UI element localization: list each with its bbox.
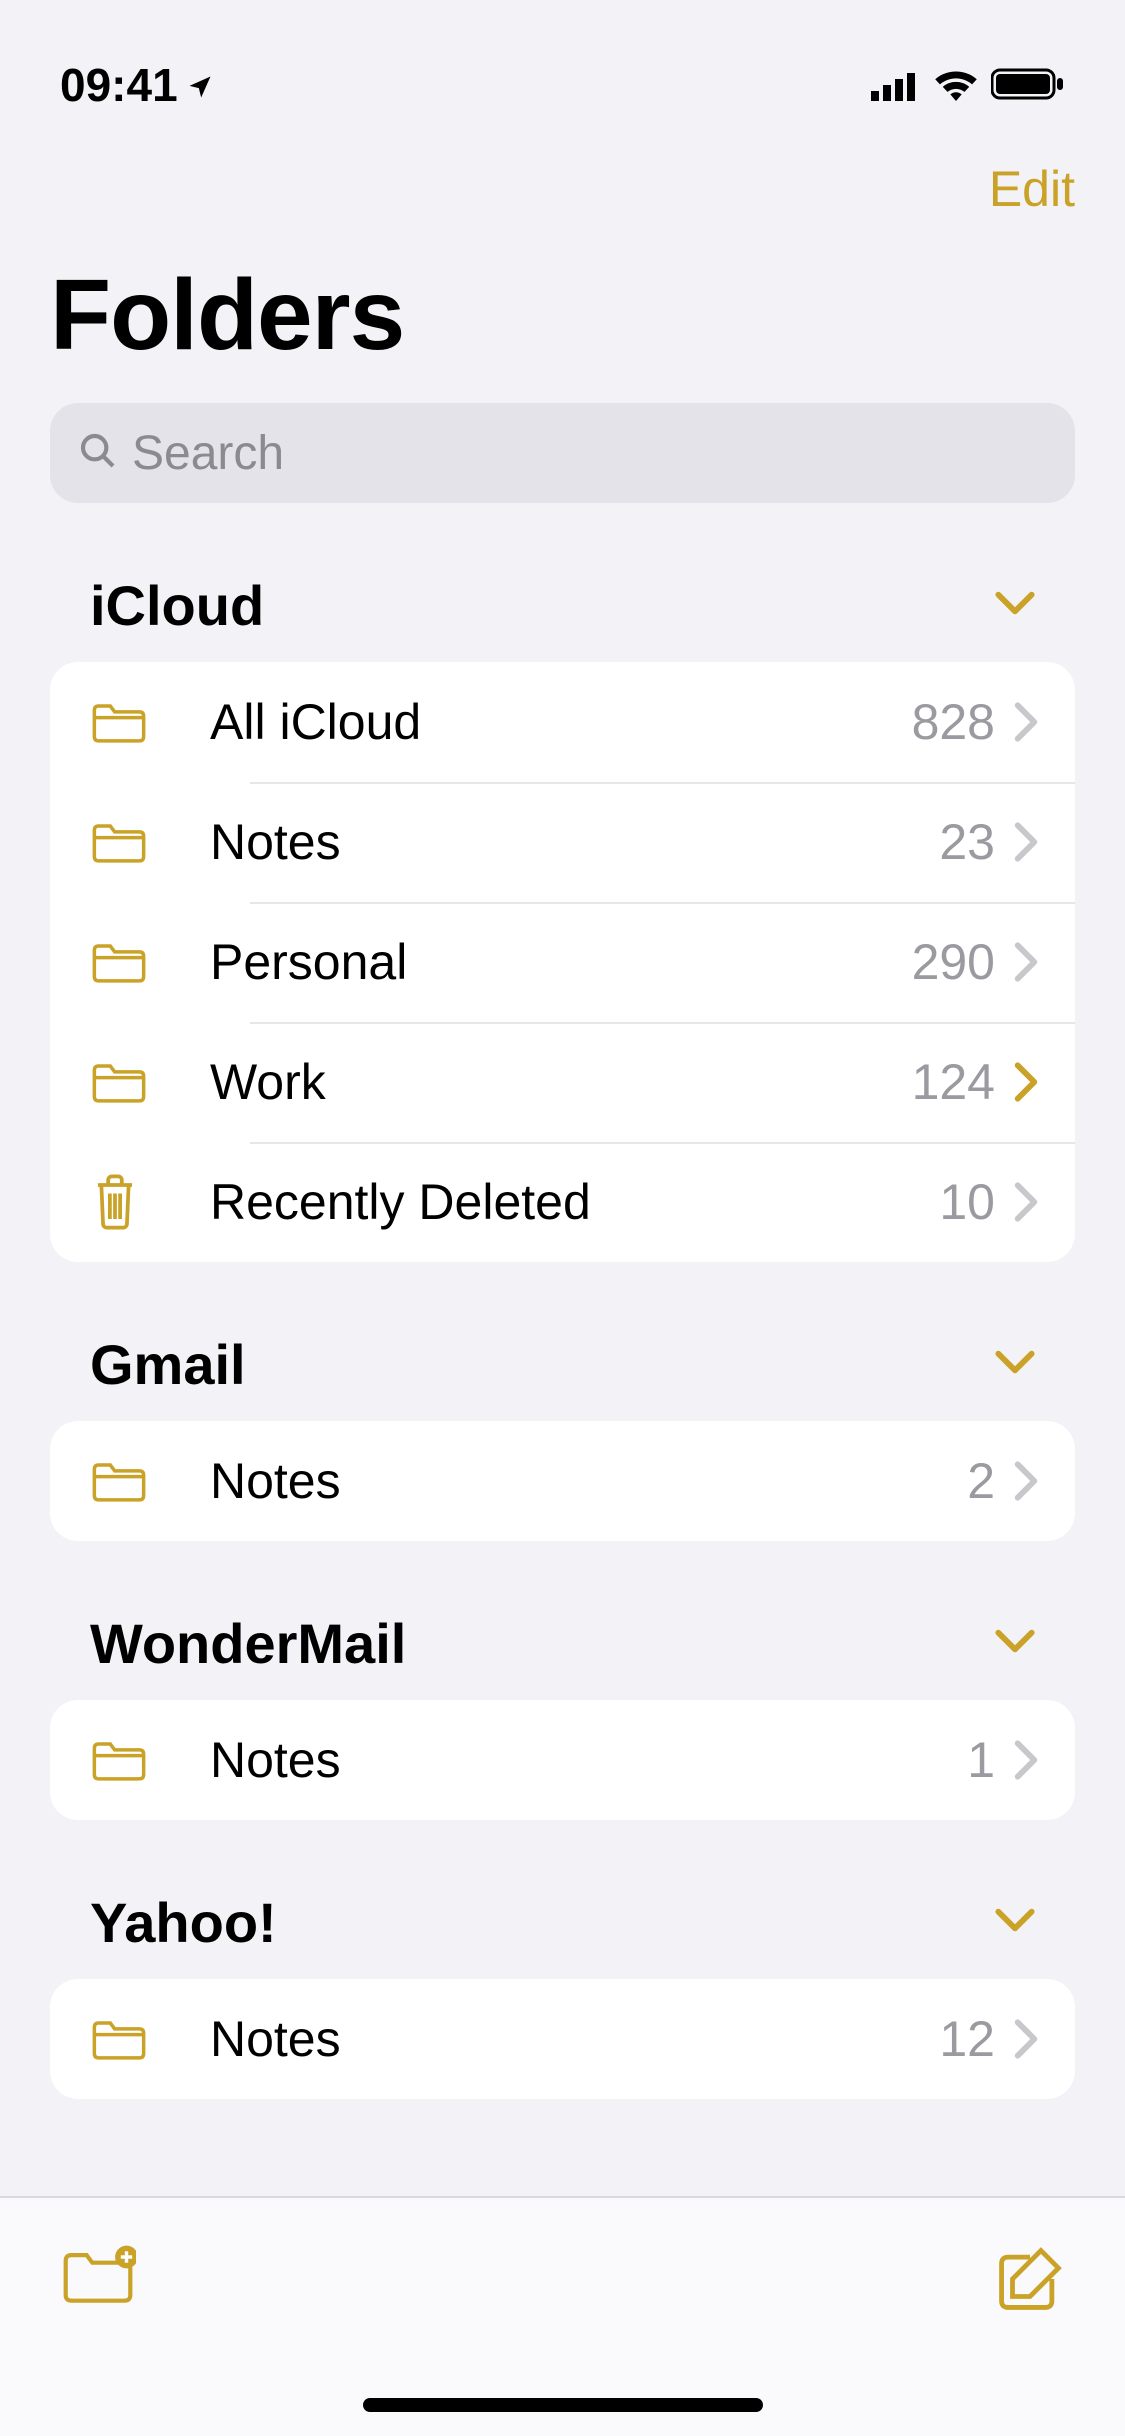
folder-row[interactable]: Notes23	[50, 782, 1075, 902]
section: iCloudAll iCloud828Notes23Personal290Wor…	[0, 573, 1125, 1262]
chevron-right-icon	[1013, 1182, 1039, 1222]
trash-icon	[90, 1173, 210, 1231]
folder-icon	[90, 2015, 210, 2063]
folder-label: Work	[210, 1053, 912, 1111]
folder-icon	[90, 938, 210, 986]
section-card: Notes12	[50, 1979, 1075, 2099]
search-container	[0, 403, 1125, 503]
folder-row[interactable]: Notes1	[50, 1700, 1075, 1820]
search-field[interactable]	[50, 403, 1075, 503]
chevron-right-icon	[1013, 1740, 1039, 1780]
folder-count: 12	[939, 2010, 995, 2068]
bottom-toolbar	[0, 2196, 1125, 2436]
folder-label: Recently Deleted	[210, 1173, 939, 1231]
folder-count: 290	[912, 933, 995, 991]
battery-icon	[991, 58, 1065, 112]
status-left: 09:41	[60, 58, 214, 112]
folder-label: Notes	[210, 1731, 967, 1789]
edit-button[interactable]: Edit	[989, 160, 1075, 218]
chevron-down-icon	[995, 590, 1035, 621]
page-title: Folders	[0, 238, 1125, 403]
location-icon	[186, 58, 214, 112]
section-header[interactable]: iCloud	[50, 573, 1075, 662]
wifi-icon	[933, 58, 979, 112]
section-card: Notes1	[50, 1700, 1075, 1820]
status-bar: 09:41	[0, 0, 1125, 130]
folder-row[interactable]: Notes2	[50, 1421, 1075, 1541]
folder-count: 10	[939, 1173, 995, 1231]
compose-button[interactable]	[995, 2244, 1065, 2319]
folder-row[interactable]: All iCloud828	[50, 662, 1075, 782]
chevron-down-icon	[995, 1349, 1035, 1380]
folder-label: Personal	[210, 933, 912, 991]
section: Gmail Notes2	[0, 1332, 1125, 1541]
folder-row[interactable]: Recently Deleted10	[50, 1142, 1075, 1262]
home-indicator[interactable]	[363, 2398, 763, 2412]
status-time: 09:41	[60, 58, 178, 112]
status-right	[871, 58, 1065, 112]
section-title: Gmail	[90, 1332, 246, 1397]
nav-bar: Edit	[0, 130, 1125, 238]
folder-icon	[90, 1457, 210, 1505]
section: WonderMail Notes1	[0, 1611, 1125, 1820]
folder-label: Notes	[210, 2010, 939, 2068]
section-card: All iCloud828Notes23Personal290Work124Re…	[50, 662, 1075, 1262]
folder-row[interactable]: Notes12	[50, 1979, 1075, 2099]
sections-container: iCloudAll iCloud828Notes23Personal290Wor…	[0, 573, 1125, 2099]
chevron-right-icon	[1013, 1062, 1039, 1102]
folder-icon	[90, 1736, 210, 1784]
folder-label: Notes	[210, 813, 939, 871]
new-folder-button[interactable]	[60, 2244, 136, 2313]
folder-icon	[90, 698, 210, 746]
chevron-right-icon	[1013, 2019, 1039, 2059]
section-header[interactable]: WonderMail	[50, 1611, 1075, 1700]
folder-icon	[90, 818, 210, 866]
chevron-down-icon	[995, 1628, 1035, 1659]
section-title: WonderMail	[90, 1611, 406, 1676]
chevron-right-icon	[1013, 942, 1039, 982]
search-input[interactable]	[132, 426, 1047, 481]
chevron-right-icon	[1013, 822, 1039, 862]
chevron-right-icon	[1013, 1461, 1039, 1501]
section-card: Notes2	[50, 1421, 1075, 1541]
section-title: Yahoo!	[90, 1890, 277, 1955]
folder-row[interactable]: Work124	[50, 1022, 1075, 1142]
folder-row[interactable]: Personal290	[50, 902, 1075, 1022]
folder-count: 124	[912, 1053, 995, 1111]
folder-count: 2	[967, 1452, 995, 1510]
chevron-down-icon	[995, 1907, 1035, 1938]
search-icon	[78, 431, 118, 476]
chevron-right-icon	[1013, 702, 1039, 742]
folder-count: 828	[912, 693, 995, 751]
section-header[interactable]: Gmail	[50, 1332, 1075, 1421]
cellular-icon	[871, 58, 921, 112]
folder-label: Notes	[210, 1452, 967, 1510]
section: Yahoo! Notes12	[0, 1890, 1125, 2099]
section-header[interactable]: Yahoo!	[50, 1890, 1075, 1979]
folder-label: All iCloud	[210, 693, 912, 751]
folder-count: 23	[939, 813, 995, 871]
section-title: iCloud	[90, 573, 264, 638]
folder-count: 1	[967, 1731, 995, 1789]
folder-icon	[90, 1058, 210, 1106]
